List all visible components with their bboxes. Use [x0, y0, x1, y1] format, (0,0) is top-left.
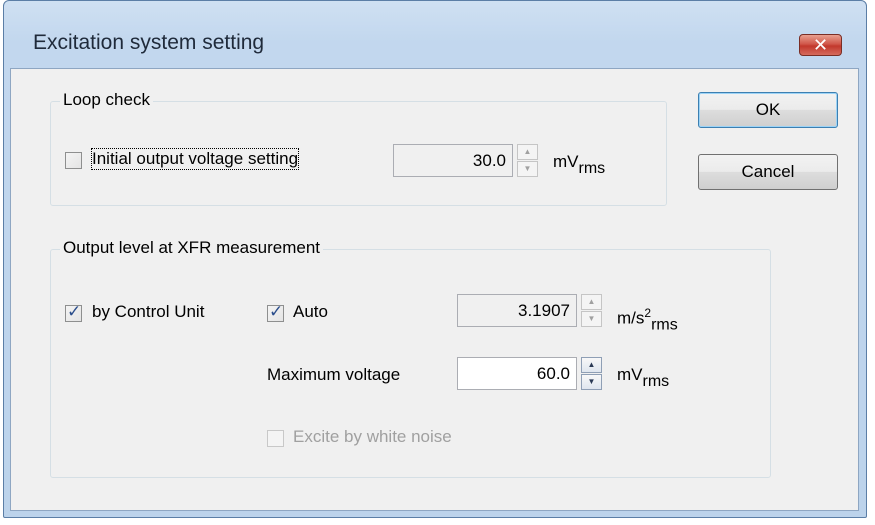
- spin-up-icon[interactable]: ▲: [581, 357, 602, 373]
- spin-up-icon: ▲: [581, 294, 602, 310]
- spin-down-icon: ▼: [581, 311, 602, 327]
- spin-up-icon: ▲: [517, 144, 538, 160]
- dialog-window: Excitation system setting ✕ Loop check I…: [3, 0, 867, 518]
- max-voltage-spinner[interactable]: ▲ ▼: [581, 357, 602, 390]
- unit-sub: rms: [578, 160, 606, 177]
- by-control-unit-checkbox[interactable]: [65, 302, 82, 322]
- accel-unit-main: m/s: [617, 308, 645, 328]
- spin-down-icon[interactable]: ▼: [581, 374, 602, 390]
- acceleration-spinner: ▲ ▼: [581, 294, 602, 327]
- close-icon: ✕: [812, 35, 829, 55]
- loop-check-legend: Loop check: [60, 90, 153, 110]
- xfr-output-legend: Output level at XFR measurement: [60, 238, 324, 258]
- max-voltage-label: Maximum voltage: [267, 365, 401, 384]
- unit-main: mV: [617, 365, 643, 384]
- spin-down-icon: ▼: [517, 161, 538, 177]
- dialog-client-area: Loop check Initial output voltage settin…: [10, 68, 859, 511]
- close-button[interactable]: ✕: [799, 34, 842, 56]
- auto-checkbox[interactable]: [267, 302, 284, 322]
- initial-voltage-label[interactable]: Initial output voltage setting: [90, 148, 300, 170]
- auto-label[interactable]: Auto: [293, 302, 328, 322]
- unit-sub: rms: [642, 373, 670, 390]
- white-noise-label: Excite by white noise: [293, 427, 452, 446]
- by-control-unit-label[interactable]: by Control Unit: [92, 302, 204, 322]
- acceleration-field: 3.1907: [457, 294, 577, 327]
- initial-voltage-checkbox[interactable]: [65, 152, 82, 169]
- cancel-button[interactable]: Cancel: [698, 154, 838, 190]
- xfr-output-group: Output level at XFR measurement by Contr…: [50, 238, 771, 478]
- unit-main: mV: [553, 152, 579, 171]
- initial-voltage-spinner: ▲ ▼: [517, 144, 538, 177]
- max-voltage-input[interactable]: 60.0: [457, 357, 577, 390]
- initial-voltage-field: 30.0: [393, 144, 513, 177]
- initial-voltage-unit: mVrms: [553, 152, 605, 178]
- loop-check-group: Loop check Initial output voltage settin…: [50, 90, 667, 206]
- white-noise-checkbox: [267, 430, 284, 447]
- accel-unit-sub: rms: [651, 316, 678, 334]
- max-voltage-unit: mVrms: [617, 365, 669, 391]
- ok-button[interactable]: OK: [698, 92, 838, 128]
- window-title: Excitation system setting: [33, 31, 265, 54]
- acceleration-unit: m/s2rms: [617, 306, 678, 335]
